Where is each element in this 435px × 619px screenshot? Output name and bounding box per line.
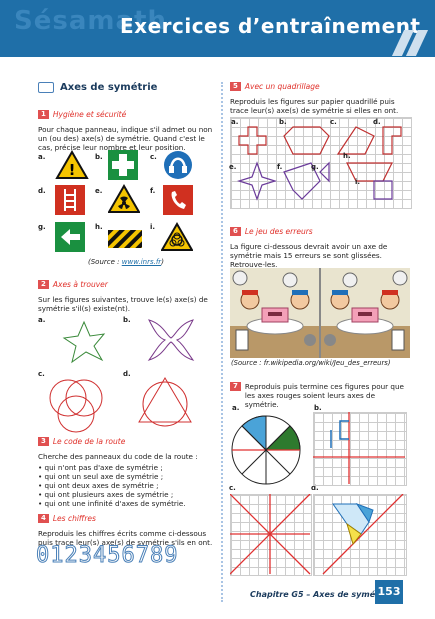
hazard-stripes-icon [108,230,142,248]
exercise-number: 5 [230,82,241,91]
ear-protection-icon [164,151,192,179]
exercise-text: Pour chaque panneau, indique s'il admet … [38,125,213,152]
page-banner: Sésamath Exercices d’entraînement [0,0,435,57]
grid-figure-c [230,494,311,575]
exercise-heading: 3 Le code de la route [38,437,218,446]
exercise-title: Axes à trouver [52,280,108,289]
grid-label-a: a. [231,118,239,126]
fig-label-b: b. [123,316,131,324]
radiation-warning-icon [108,184,140,213]
list-item: • qui ont un seul axe de symétrie ; [38,472,164,481]
digit-row: 0123456789 [35,543,179,569]
list-item: • qui ont une infinité d'axes de symétri… [38,499,186,508]
grid-label-g: g. [311,163,319,171]
first-aid-cross-icon [108,150,138,180]
sign-label-c: c. [150,153,157,161]
fig-label-d: d. [123,370,131,378]
section-icon [38,82,54,93]
list-item: • qui ont deux axes de symétrie ; [38,481,159,490]
section-title: Axes de symétrie [60,82,158,93]
exercise-heading: 6 Le jeu des erreurs [230,227,410,236]
exercise-heading: 4 Les chiffres [38,514,218,523]
sign-label-d: d. [38,187,46,195]
exercise-text: Reproduis puis termine ces figures pour … [244,382,404,409]
venn-circles-figure [49,379,103,433]
grid-label-i: i. [355,178,361,186]
exercise-heading: 5 Avec un quadrillage [230,82,410,91]
exercise-intro: Cherche des panneaux du code de la route… [38,452,198,461]
ex6-source: (Source : fr.wikipedia.org/wiki/Jeu_des_… [231,359,391,367]
emergency-phone-icon [163,185,193,215]
column-divider [221,82,223,602]
svg-text:!: ! [69,161,76,179]
exercise-number: 7 [230,382,241,391]
exercise-title: Le jeu des erreurs [244,227,313,236]
sign-label-g: g. [38,223,46,231]
grid-figure-b [313,412,405,484]
biohazard-icon [161,222,193,251]
page-number: 153 [375,580,403,604]
sign-label-i: i. [150,223,156,231]
sign-label-e: e. [95,187,103,195]
spot-the-difference-illustration [230,268,410,358]
section-header: Axes de symétrie [38,82,218,93]
exercise-number: 6 [230,227,241,236]
grid-shapes [236,126,402,201]
warning-triangle-icon: ! [55,150,89,179]
sign-label-f: f. [150,187,156,195]
grid-figure-d [322,494,404,575]
page-title: Exercices d’entraînement [120,14,421,38]
ex1-source: (Source : www.inrs.fr) [88,258,164,266]
exercise-5: 5 Avec un quadrillage Reproduis les figur… [230,82,410,115]
exercise-title: Hygiène et sécurité [52,110,127,119]
triangle-circle-figure [138,377,192,427]
grid-label-b: b. [279,118,287,126]
source-link[interactable]: www.inrs.fr [122,258,161,266]
chapter-footer: Chapitre G5 – Axes de symétrie [250,590,392,599]
butterfly-figure [147,319,195,361]
grid-label-e: e. [229,163,237,171]
ex7-label-b: b. [314,404,322,412]
road-sign-list: • qui n'ont pas d'axe de symétrie ; • qu… [38,463,218,508]
exercise-heading: 2 Axes à trouver [38,280,218,289]
exercise-number: 2 [38,280,49,289]
sign-label-h: h. [95,223,103,231]
grid-label-d: d. [373,118,381,126]
ladder-sign-icon [55,185,85,215]
exercise-number: 3 [38,437,49,446]
exercise-text: Reproduis les figures sur papier quadril… [230,97,399,115]
exercise-title: Les chiffres [52,514,96,523]
grid-label-h: h. [343,152,351,160]
exercise-heading: 1 Hygiène et sécurité [38,110,218,119]
sign-label-b: b. [95,153,103,161]
exercise-number: 1 [38,110,49,119]
exercise-title: Le code de la route [52,437,126,446]
direction-arrow-icon [55,222,85,252]
circle-sectors-figure [231,415,301,485]
grid-label-f: f. [277,163,283,171]
sign-label-a: a. [38,153,46,161]
exercise-6: 6 Le jeu des erreurs La figure ci-dessous… [230,227,410,269]
exercise-3: 3 Le code de la route Cherche des panneau… [38,437,218,508]
list-item: • qui ont plusieurs axes de symétrie ; [38,490,174,499]
list-item: • qui n'ont pas d'axe de symétrie ; [38,463,163,472]
exercise-1: 1 Hygiène et sécurité Pour chaque panneau… [38,110,218,152]
fig-label-a: a. [38,316,46,324]
pinwheel-figure [62,320,106,364]
grid-label-c: c. [330,118,337,126]
exercise-title: Avec un quadrillage [244,82,320,91]
exercise-2: 2 Axes à trouver Sur les figures suivante… [38,280,218,313]
exercise-text: La figure ci-dessous devrait avoir un ax… [230,242,388,269]
exercise-number: 4 [38,514,49,523]
exercise-text: Sur les figures suivantes, trouve le(s) … [38,295,208,313]
